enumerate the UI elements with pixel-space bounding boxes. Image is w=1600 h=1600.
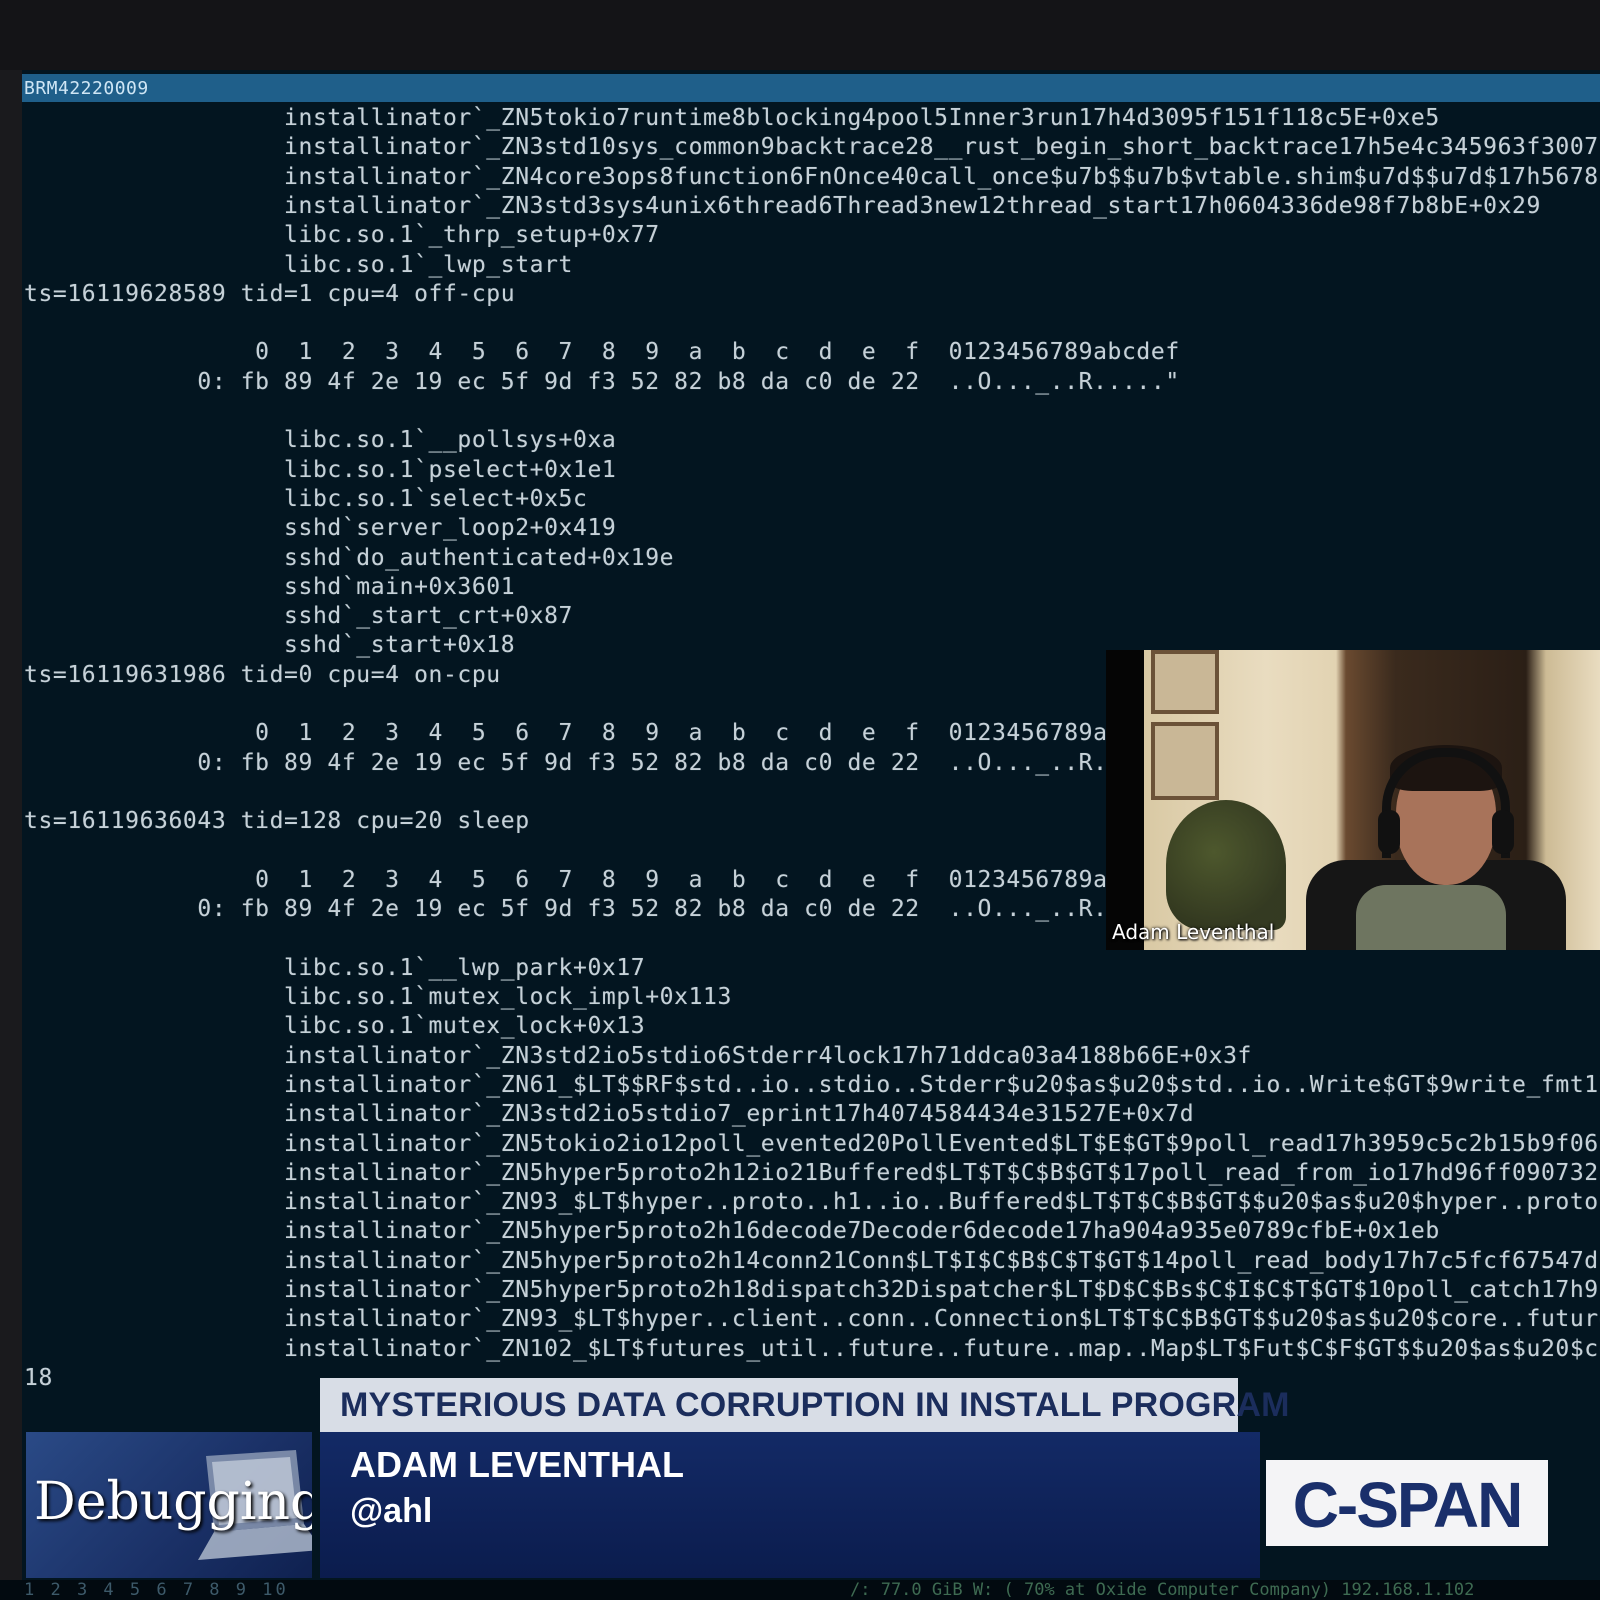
series-box: Debugging <box>26 1432 312 1578</box>
terminal-line: libc.so.1`mutex_lock_impl+0x113 <box>24 984 732 1010</box>
headphones-icon <box>1382 748 1510 858</box>
terminal-line: 18 <box>24 1364 53 1391</box>
terminal-titlebar[interactable]: BRM42220009 <box>22 74 1600 102</box>
headline-text: MYSTERIOUS DATA CORRUPTION IN INSTALL PR… <box>340 1386 1290 1424</box>
terminal-line: installinator`_ZN102_$LT$futures_util..f… <box>24 1335 1600 1362</box>
terminal-line: libc.so.1`pselect+0x1e1 <box>24 456 617 483</box>
terminal-line: ts=16119636043 tid=128 cpu=20 sleep <box>24 808 530 835</box>
lower-third: ADAM LEVENTHAL @ahl <box>320 1432 1260 1578</box>
terminal-line: 0: fb 89 4f 2e 19 ec 5f 9d f3 52 82 b8 d… <box>24 749 1122 776</box>
terminal-line: installinator`_ZN93_$LT$hyper..proto..h1… <box>24 1189 1600 1216</box>
terminal-line: ts=16119631986 tid=0 cpu=4 on-cpu <box>24 661 501 688</box>
terminal-line: libc.so.1`__lwp_park+0x17 <box>24 954 646 981</box>
terminal-line: 0: fb 89 4f 2e 19 ec 5f 9d f3 52 82 b8 d… <box>24 368 1180 395</box>
plant-shape <box>1166 800 1286 930</box>
terminal-line: installinator`_ZN5tokio7runtime8blocking… <box>24 105 1440 131</box>
terminal-line: sshd`do_authenticated+0x19e <box>24 544 675 571</box>
system-status: /: 77.0 GiB W: ( 70% at Oxide Computer C… <box>850 1580 1475 1600</box>
terminal-line: installinator`_ZN61_$LT$$RF$std..io..std… <box>24 1071 1600 1098</box>
headline-bar: MYSTERIOUS DATA CORRUPTION IN INSTALL PR… <box>320 1378 1289 1432</box>
terminal-line: sshd`_start+0x18 <box>24 632 516 659</box>
terminal-line: sshd`server_loop2+0x419 <box>24 515 617 542</box>
terminal-line: installinator`_ZN3std10sys_common9backtr… <box>24 134 1600 161</box>
window-top-bar <box>0 0 1600 70</box>
terminal-line: libc.so.1`_lwp_start <box>24 251 573 278</box>
headphone-right-cup <box>1492 810 1514 854</box>
speaker-handle: @ahl <box>350 1492 433 1530</box>
terminal-line: installinator`_ZN3std2io5stdio7_eprint17… <box>24 1101 1195 1128</box>
network-logo-text: C-SPAN <box>1292 1469 1524 1541</box>
video-feed: Adam Leventhal <box>1106 650 1600 950</box>
terminal-line: installinator`_ZN3std3sys4unix6thread6Th… <box>24 192 1541 219</box>
terminal-line: installinator`_ZN5hyper5proto2h16decode7… <box>24 1218 1440 1245</box>
terminal-line: installinator`_ZN5hyper5proto2h18dispatc… <box>24 1277 1599 1303</box>
terminal-line: installinator`_ZN5hyper5proto2h14conn21C… <box>24 1247 1599 1274</box>
terminal-line: 0 1 2 3 4 5 6 7 8 9 a b c d e f 01234567… <box>24 720 1122 747</box>
terminal-line: libc.so.1`_thrp_setup+0x77 <box>24 222 660 249</box>
network-logo: C-SPAN <box>1266 1460 1548 1546</box>
terminal-line: sshd`main+0x3601 <box>24 573 516 600</box>
terminal-line: libc.so.1`select+0x5c <box>24 485 588 512</box>
terminal-line: sshd`_start_crt+0x87 <box>24 603 573 630</box>
window-left-edge <box>0 70 22 1580</box>
terminal-line: libc.so.1`mutex_lock+0x13 <box>24 1013 646 1040</box>
terminal-line: installinator`_ZN5hyper5proto2h12io21Buf… <box>24 1159 1600 1186</box>
terminal-line: 0 1 2 3 4 5 6 7 8 9 a b c d e f 01234567… <box>24 339 1180 366</box>
wall-picture-frame-bottom <box>1151 722 1219 800</box>
terminal-line: ts=16119628589 tid=1 cpu=4 off-cpu <box>24 280 516 307</box>
headphone-left-cup <box>1378 810 1400 854</box>
status-bar: 1 2 3 4 5 6 7 8 9 10 /: 77.0 GiB W: ( 70… <box>0 1580 1600 1600</box>
terminal-line: 0: fb 89 4f 2e 19 ec 5f 9d f3 52 82 b8 d… <box>24 896 1122 923</box>
terminal-line: installinator`_ZN4core3ops8function6FnOn… <box>24 163 1599 190</box>
video-participant-name: Adam Leventhal <box>1112 920 1275 944</box>
terminal-line: libc.so.1`__pollsys+0xa <box>24 427 617 454</box>
terminal-line: installinator`_ZN93_$LT$hyper..client..c… <box>24 1306 1600 1333</box>
speaker-name: ADAM LEVENTHAL <box>350 1444 684 1485</box>
terminal-line: installinator`_ZN5tokio2io12poll_evented… <box>24 1130 1600 1157</box>
wall-picture-frame-top <box>1151 650 1219 714</box>
terminal-title: BRM42220009 <box>24 78 149 99</box>
terminal-line: 0 1 2 3 4 5 6 7 8 9 a b c d e f 01234567… <box>24 866 1122 893</box>
workspace-indicators[interactable]: 1 2 3 4 5 6 7 8 9 10 <box>24 1580 289 1600</box>
terminal-line: installinator`_ZN3std2io5stdio6Stderr4lo… <box>24 1042 1253 1069</box>
person-shirt-shape <box>1356 885 1506 950</box>
series-label: Debugging <box>34 1472 312 1532</box>
